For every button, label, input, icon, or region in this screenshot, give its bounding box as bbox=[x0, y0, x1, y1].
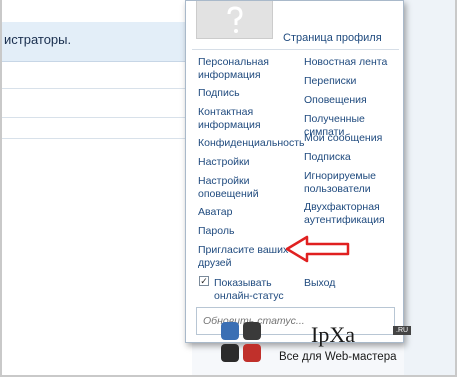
logo-domain-badge: .RU bbox=[393, 326, 412, 335]
logo-text: IpXa bbox=[311, 322, 355, 347]
account-dropdown-menu: Страница профиля Персональная информация… bbox=[185, 0, 404, 343]
logo-tile-icon bbox=[243, 322, 261, 340]
menu-item-following[interactable]: Подписка bbox=[304, 151, 351, 164]
menu-item-news-feed[interactable]: Новостная лента bbox=[304, 56, 387, 69]
show-online-label: Показывать онлайн-статус bbox=[214, 277, 284, 302]
menu-item-my-posts[interactable]: Мои сообщения bbox=[304, 132, 382, 145]
notice-banner-text: истраторы. bbox=[4, 32, 72, 47]
avatar-placeholder-icon bbox=[227, 5, 243, 33]
avatar[interactable] bbox=[196, 1, 273, 39]
logo-tagline: Все для Web-мастера bbox=[279, 351, 397, 363]
ipxa-watermark-logo: IpXa .RU Все для Web-мастера bbox=[219, 320, 419, 370]
left-arrow-icon bbox=[285, 235, 350, 263]
show-online-checkbox[interactable]: ✓ bbox=[199, 276, 209, 286]
menu-divider bbox=[192, 49, 399, 50]
logo-tile-icon bbox=[221, 322, 239, 340]
menu-item-personal-info[interactable]: Персональная информация bbox=[198, 56, 269, 82]
menu-item-conversations[interactable]: Переписки bbox=[304, 75, 356, 88]
menu-item-ignored-users[interactable]: Игнорируемые пользователи bbox=[304, 170, 376, 196]
menu-item-password[interactable]: Пароль bbox=[198, 225, 234, 238]
logo-tile-icon bbox=[221, 344, 239, 362]
page-background-right bbox=[404, 0, 455, 375]
menu-item-two-step-verification[interactable]: Двухфакторная аутентификация bbox=[304, 201, 385, 227]
profile-page-link[interactable]: Страница профиля bbox=[283, 32, 382, 44]
menu-item-notification-settings[interactable]: Настройки оповещений bbox=[198, 175, 259, 201]
menu-item-invite-friends[interactable]: Пригласите ваших друзей bbox=[198, 244, 288, 270]
menu-item-alerts[interactable]: Оповещения bbox=[304, 94, 367, 107]
logo-tile-icon bbox=[243, 344, 261, 362]
menu-item-settings[interactable]: Настройки bbox=[198, 156, 250, 169]
menu-item-signature[interactable]: Подпись bbox=[198, 87, 240, 100]
menu-item-privacy[interactable]: Конфиденциальность bbox=[198, 137, 305, 150]
logout-link[interactable]: Выход bbox=[304, 277, 335, 290]
menu-item-avatar[interactable]: Аватар bbox=[198, 206, 232, 219]
menu-item-contact-info[interactable]: Контактная информация bbox=[198, 106, 261, 132]
